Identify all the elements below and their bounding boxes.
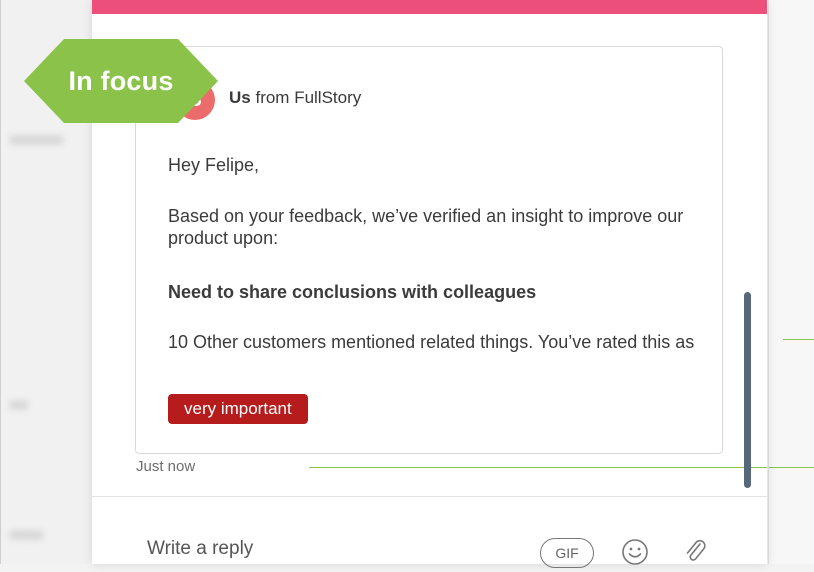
focus-tag: In focus bbox=[24, 39, 218, 123]
scrollbar[interactable] bbox=[744, 292, 751, 488]
blurred-text bbox=[9, 530, 44, 540]
insight-title: Need to share conclusions with colleague… bbox=[168, 282, 537, 302]
focus-tag-label: In focus bbox=[68, 65, 174, 96]
message-greeting: Hey Felipe, bbox=[168, 155, 260, 175]
connector-line bbox=[309, 467, 767, 468]
background-app-right bbox=[768, 0, 814, 564]
message-timestamp: Just now bbox=[136, 458, 196, 475]
sender-line: Us from FullStory bbox=[229, 88, 361, 108]
composer-divider bbox=[92, 496, 767, 497]
message-card: S Us from FullStory Hey Felipe, Based on… bbox=[135, 46, 723, 454]
paperclip-icon[interactable] bbox=[680, 536, 710, 566]
connector-line bbox=[783, 339, 814, 340]
blurred-text bbox=[9, 400, 29, 410]
connector-line bbox=[769, 467, 814, 468]
sender-name: Us bbox=[229, 88, 251, 107]
blurred-text bbox=[9, 135, 64, 145]
smiley-icon[interactable] bbox=[620, 537, 650, 567]
reply-input[interactable]: Write a reply bbox=[147, 538, 253, 560]
sender-suffix: from FullStory bbox=[255, 88, 362, 107]
message-intro: Based on your feedback, we’ve verified a… bbox=[168, 206, 684, 248]
panel-header-bar bbox=[92, 0, 767, 14]
message-mentions: 10 Other customers mentioned related thi… bbox=[168, 332, 695, 352]
rating-badge: very important bbox=[168, 394, 308, 424]
